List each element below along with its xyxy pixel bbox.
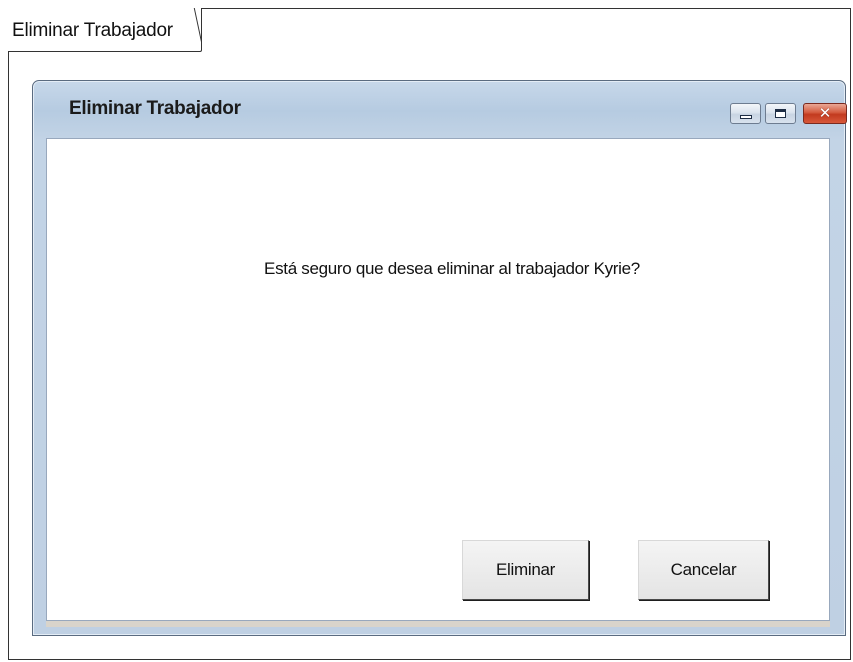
cancel-button[interactable]: Cancelar [638,540,769,600]
title-bar[interactable]: Eliminar Trabajador ✕ [33,81,847,137]
dialog-content: Está seguro que desea eliminar al trabaj… [46,138,830,621]
status-strip [46,621,830,627]
minimize-icon [739,114,752,119]
frame-tab-label: Eliminar Trabajador [12,20,173,41]
window-title: Eliminar Trabajador [69,98,241,119]
delete-button[interactable]: Eliminar [462,540,589,600]
frame-tab: Eliminar Trabajador [8,8,202,52]
maximize-icon [775,109,786,118]
minimize-button[interactable] [730,103,761,124]
close-button[interactable]: ✕ [803,103,847,124]
confirm-message: Está seguro que desea eliminar al trabaj… [264,259,640,278]
close-icon: ✕ [818,104,832,122]
dialog-window: Eliminar Trabajador ✕ Está seguro que de… [32,80,847,636]
maximize-button[interactable] [765,103,796,124]
